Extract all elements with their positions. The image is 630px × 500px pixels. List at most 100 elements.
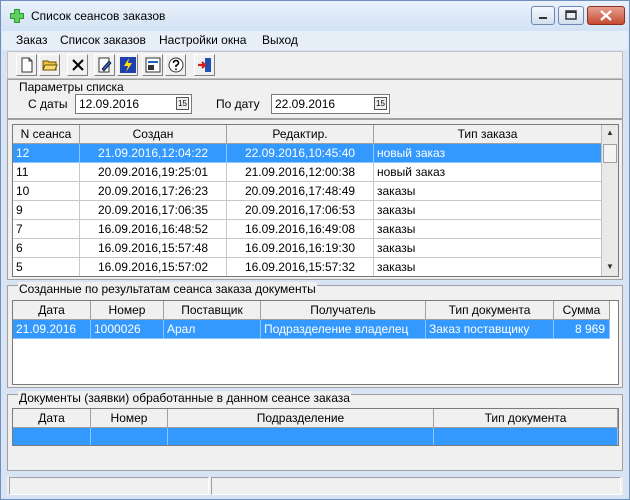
from-date-label: С даты bbox=[28, 97, 68, 111]
table-cell: 5 bbox=[13, 258, 80, 276]
created-docs-title: Созданные по результатам сеанса заказа д… bbox=[18, 282, 317, 296]
table-cell: 8 969 bbox=[554, 320, 610, 339]
calendar-icon[interactable]: 15 bbox=[374, 97, 387, 110]
toolbar bbox=[7, 51, 623, 79]
column-header[interactable]: Сумма bbox=[554, 301, 610, 320]
column-header[interactable]: Получатель bbox=[261, 301, 426, 320]
table-cell: 16.09.2016,16:48:52 bbox=[80, 220, 227, 239]
to-date-input[interactable]: 22.09.2016 15 bbox=[271, 94, 390, 114]
maximize-icon bbox=[565, 10, 577, 20]
close-button[interactable] bbox=[587, 6, 625, 25]
created-docs-panel: Созданные по результатам сеанса заказа д… bbox=[7, 282, 623, 388]
from-date-input[interactable]: 12.09.2016 15 bbox=[75, 94, 192, 114]
delete-icon bbox=[72, 59, 84, 71]
status-bar bbox=[7, 477, 623, 495]
table-cell: 11 bbox=[13, 163, 80, 182]
table-cell: Арал bbox=[164, 320, 261, 339]
table-cell: 16.09.2016,15:57:02 bbox=[80, 258, 227, 276]
menu-order[interactable]: Заказ bbox=[16, 33, 47, 47]
table-cell: 16.09.2016,15:57:32 bbox=[227, 258, 374, 276]
menu-window-settings[interactable]: Настройки окна bbox=[159, 33, 246, 47]
table-cell: 20.09.2016,17:06:35 bbox=[80, 201, 227, 220]
exit-button[interactable] bbox=[194, 54, 215, 76]
table-cell bbox=[13, 428, 91, 445]
table-cell bbox=[91, 428, 168, 445]
menu-bar: Заказ Список заказов Настройки окна Выхо… bbox=[2, 31, 628, 50]
status-segment bbox=[9, 477, 209, 495]
table-cell: 16.09.2016,16:19:30 bbox=[227, 239, 374, 258]
to-date-value: 22.09.2016 bbox=[275, 97, 336, 111]
app-window: Список сеансов заказов Заказ Список зака… bbox=[0, 0, 630, 500]
table-cell bbox=[168, 428, 434, 445]
from-date-value: 12.09.2016 bbox=[79, 97, 140, 111]
table-cell: новый заказ bbox=[374, 144, 602, 163]
table-cell: 7 bbox=[13, 220, 80, 239]
table-cell: 10 bbox=[13, 182, 80, 201]
new-document-button[interactable] bbox=[16, 54, 37, 76]
column-header[interactable]: Номер bbox=[91, 409, 168, 428]
exit-icon bbox=[198, 58, 211, 72]
maximize-button[interactable] bbox=[558, 6, 584, 25]
menu-order-list[interactable]: Список заказов bbox=[60, 33, 146, 47]
table-cell: 6 bbox=[13, 239, 80, 258]
table-cell: заказы bbox=[374, 258, 602, 276]
column-header[interactable]: Создан bbox=[80, 125, 227, 144]
column-header[interactable]: Поставщик bbox=[164, 301, 261, 320]
column-header[interactable]: N сеанса bbox=[13, 125, 80, 144]
edit-document-icon bbox=[98, 57, 112, 73]
window-title: Список сеансов заказов bbox=[31, 9, 166, 23]
open-folder-button[interactable] bbox=[39, 54, 60, 76]
close-icon bbox=[600, 10, 612, 21]
table-cell: 20.09.2016,17:48:49 bbox=[227, 182, 374, 201]
params-title: Параметры списка bbox=[18, 80, 125, 94]
sessions-table: N сеанса Создан Редактир. Тип заказа 12 … bbox=[12, 124, 619, 277]
refresh-button[interactable] bbox=[117, 54, 138, 76]
menu-exit[interactable]: Выход bbox=[262, 33, 298, 47]
table-cell: 21.09.2016,12:04:22 bbox=[80, 144, 227, 163]
table-cell: заказы bbox=[374, 239, 602, 258]
edit-document-button[interactable] bbox=[94, 54, 115, 76]
table-cell: заказы bbox=[374, 182, 602, 201]
processed-docs-panel: Документы (заявки) обработанные в данном… bbox=[7, 391, 623, 471]
vertical-scrollbar[interactable]: ▲ ▼ bbox=[601, 125, 618, 276]
table-cell: 16.09.2016,15:57:48 bbox=[80, 239, 227, 258]
processed-docs-title: Документы (заявки) обработанные в данном… bbox=[18, 391, 351, 405]
column-header[interactable]: Редактир. bbox=[227, 125, 374, 144]
table-cell: 16.09.2016,16:49:08 bbox=[227, 220, 374, 239]
table-cell: 9 bbox=[13, 201, 80, 220]
column-header[interactable]: Тип заказа bbox=[374, 125, 602, 144]
calendar-icon[interactable]: 15 bbox=[176, 97, 189, 110]
table-cell: заказы bbox=[374, 201, 602, 220]
column-header[interactable]: Дата bbox=[13, 301, 91, 320]
help-icon bbox=[168, 57, 184, 73]
column-header[interactable]: Тип документа bbox=[426, 301, 554, 320]
new-document-icon bbox=[21, 57, 33, 73]
minimize-icon bbox=[539, 17, 547, 19]
delete-button[interactable] bbox=[67, 54, 88, 76]
sessions-panel: N сеанса Создан Редактир. Тип заказа 12 … bbox=[7, 119, 623, 280]
table-cell: заказы bbox=[374, 220, 602, 239]
title-bar[interactable]: Список сеансов заказов bbox=[1, 1, 629, 31]
column-header[interactable]: Дата bbox=[13, 409, 91, 428]
table-cell: 21.09.2016 bbox=[13, 320, 91, 339]
scroll-down-icon[interactable]: ▼ bbox=[603, 259, 617, 275]
params-panel: Параметры списка С даты 12.09.2016 15 По… bbox=[7, 79, 623, 119]
print-preview-icon bbox=[145, 57, 161, 73]
minimize-button[interactable] bbox=[531, 6, 555, 25]
created-docs-table: Дата Номер Поставщик Получатель Тип доку… bbox=[12, 300, 619, 385]
column-header[interactable]: Номер bbox=[91, 301, 164, 320]
refresh-icon bbox=[120, 57, 136, 73]
green-plus-icon bbox=[10, 9, 24, 23]
table-cell: 12 bbox=[13, 144, 80, 163]
table-cell: 20.09.2016,17:06:53 bbox=[227, 201, 374, 220]
scroll-thumb[interactable] bbox=[603, 144, 617, 163]
scroll-up-icon[interactable]: ▲ bbox=[603, 125, 617, 141]
help-button[interactable] bbox=[165, 54, 186, 76]
print-preview-button[interactable] bbox=[142, 54, 163, 76]
to-date-label: По дату bbox=[216, 97, 260, 111]
table-cell: 20.09.2016,19:25:01 bbox=[80, 163, 227, 182]
column-header[interactable]: Тип документа bbox=[434, 409, 618, 428]
table-cell: 20.09.2016,17:26:23 bbox=[80, 182, 227, 201]
column-header[interactable]: Подразделение bbox=[168, 409, 434, 428]
status-segment bbox=[211, 477, 621, 495]
